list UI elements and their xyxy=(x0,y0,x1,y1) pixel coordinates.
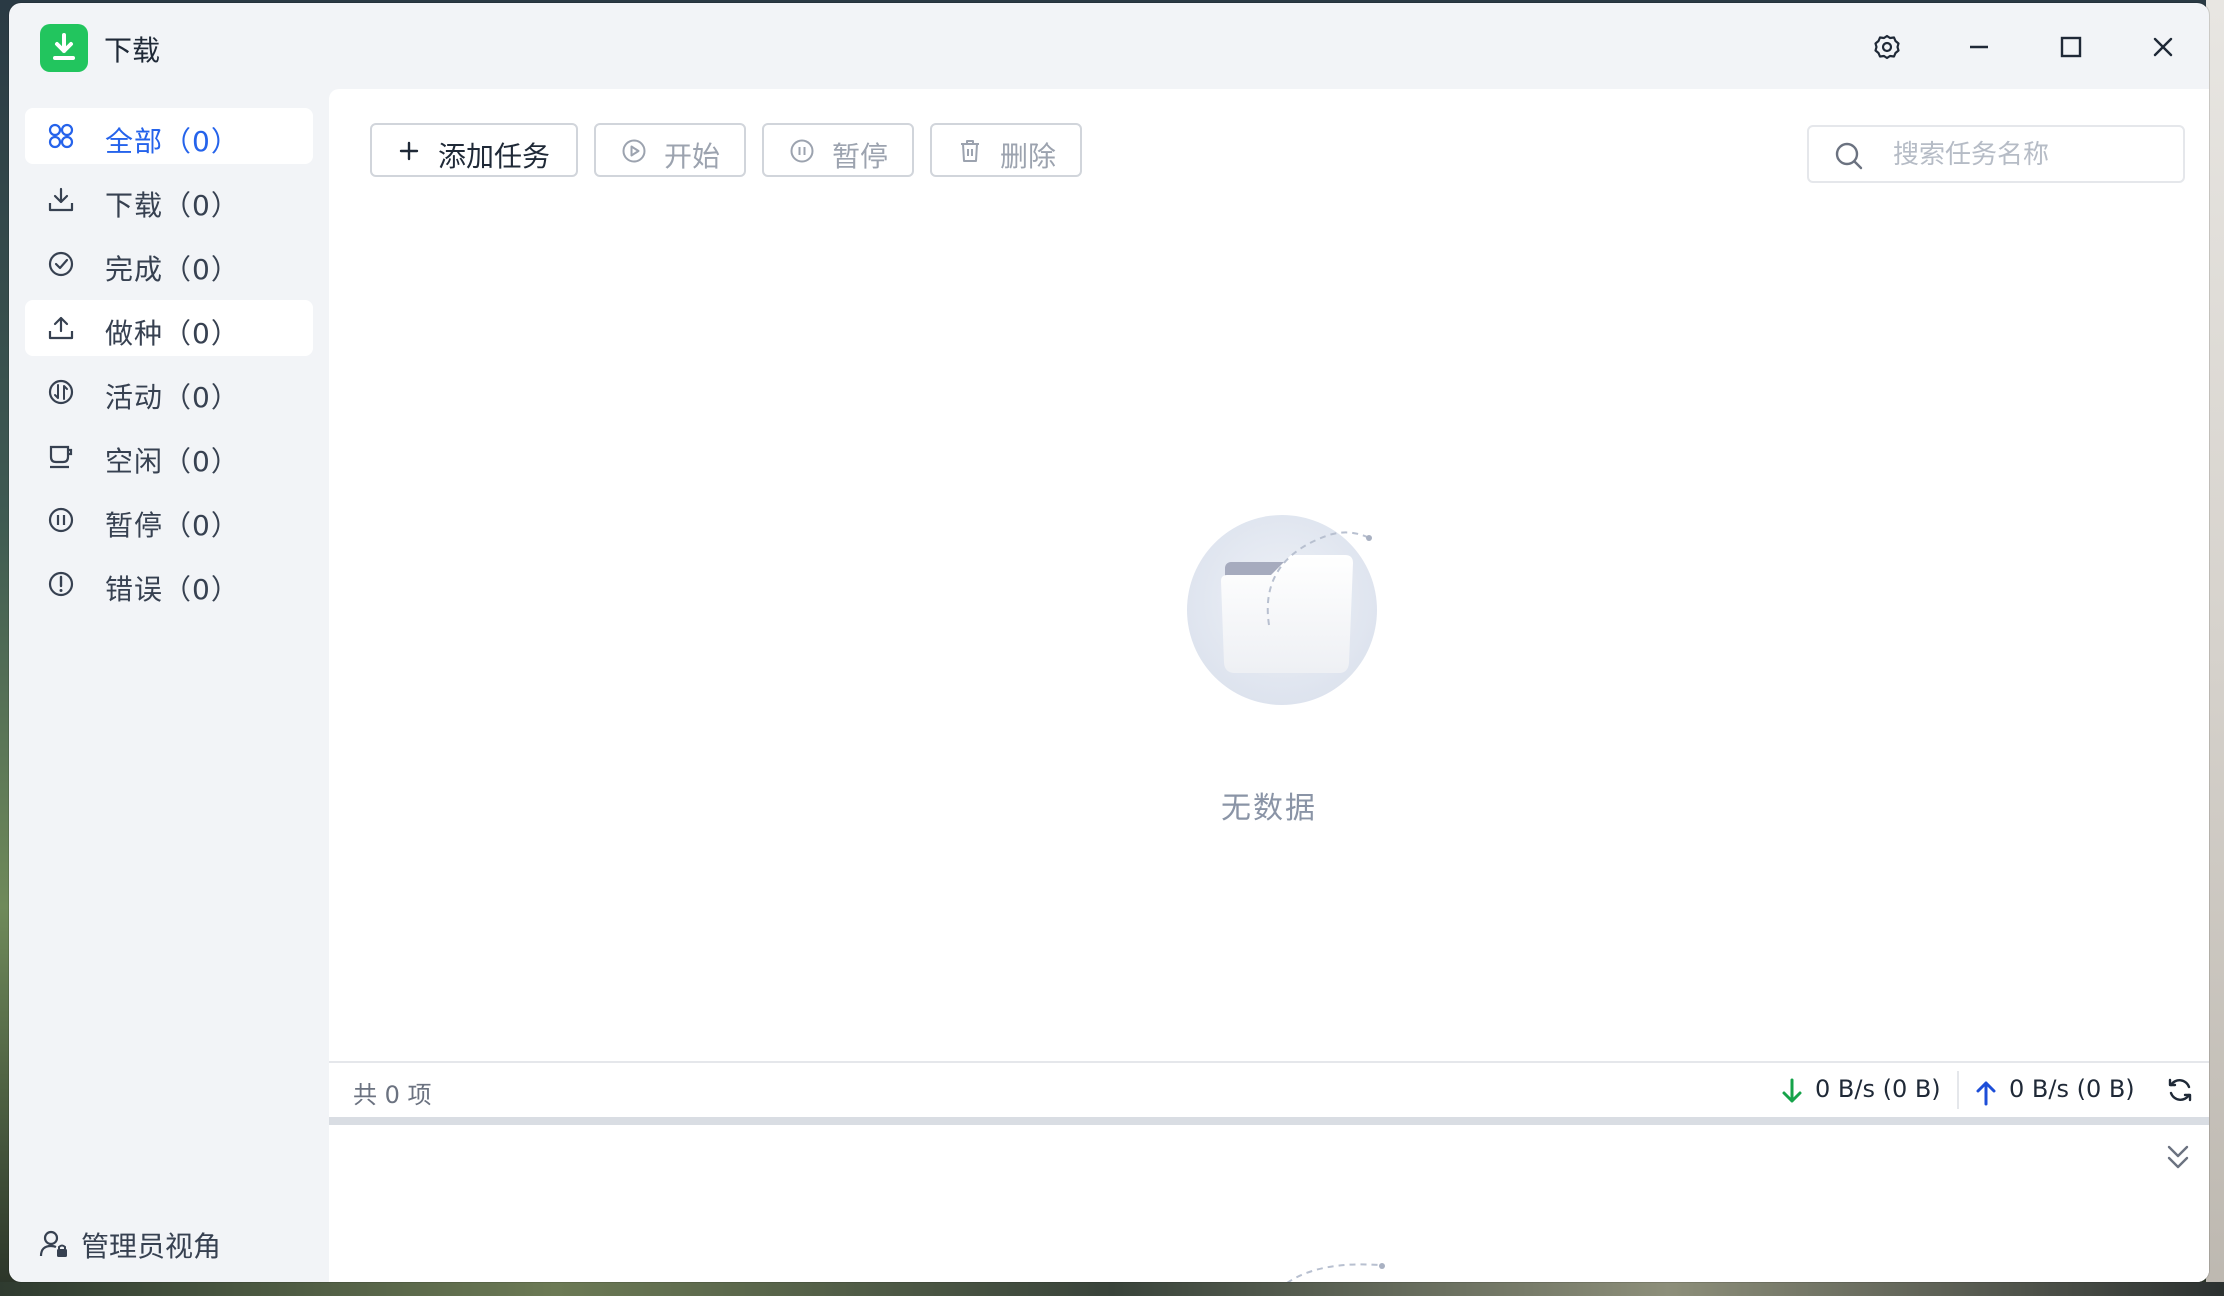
search-box xyxy=(1807,125,2185,183)
sidebar-item-label: 下载（0） xyxy=(105,189,240,222)
delete-button[interactable]: 删除 xyxy=(930,123,1082,177)
arrow-down-icon xyxy=(1782,1078,1802,1103)
empty-state-text: 无数据 xyxy=(1221,791,1317,826)
sidebar-item-label: 做种（0） xyxy=(105,317,240,350)
desktop-background-bottom xyxy=(0,1282,2224,1296)
sidebar-item-label: 完成（0） xyxy=(105,253,240,286)
status-divider xyxy=(1957,1071,1959,1109)
sidebar-item-label: 错误（0） xyxy=(105,573,240,606)
search-icon xyxy=(1835,142,1863,170)
download-app-icon xyxy=(40,24,88,72)
sidebar-item-label: 暂停（0） xyxy=(105,509,240,542)
admin-view-label: 管理员视角 xyxy=(81,1230,222,1263)
empty-illustration-fragment xyxy=(1286,1263,1385,1282)
detail-pane xyxy=(329,1125,2209,1282)
error-circle-icon xyxy=(48,571,74,597)
main-panel: 添加任务 开始 暂停 删除 搜索任务名称 无数据 共 0 项 0 B/s (0 … xyxy=(329,89,2209,1282)
pause-button[interactable]: 暂停 xyxy=(762,123,914,177)
cup-icon xyxy=(49,445,73,469)
close-button[interactable] xyxy=(2143,27,2183,67)
window-title: 下载 xyxy=(104,34,161,67)
panel-splitter[interactable] xyxy=(329,1117,2209,1125)
close-icon xyxy=(2153,37,2173,57)
add-task-label: 添加任务 xyxy=(438,140,551,173)
pause-circle-icon xyxy=(790,139,814,163)
settings-button[interactable] xyxy=(1867,27,1907,67)
upload-icon xyxy=(48,316,74,340)
sidebar-item-all[interactable]: 全部（0） xyxy=(25,108,313,164)
download-icon xyxy=(48,187,74,212)
task-count: 共 0 项 xyxy=(353,1081,432,1109)
start-button[interactable]: 开始 xyxy=(594,123,746,177)
upload-speed-value: 0 B/s (0 B) xyxy=(2009,1075,2135,1103)
double-chevron-down-icon[interactable] xyxy=(2163,1141,2193,1175)
minimize-icon xyxy=(1970,45,1988,49)
sidebar-item-idle[interactable]: 空闲（0） xyxy=(25,428,313,484)
refresh-icon[interactable] xyxy=(2165,1075,2195,1105)
gear-icon xyxy=(1874,34,1900,60)
sidebar-item-active[interactable]: 活动（0） xyxy=(25,364,313,420)
check-circle-icon xyxy=(48,251,74,277)
maximize-icon xyxy=(2060,36,2082,58)
download-window: 下载 全部（0） 下载（0） 完成（0） 做种（0） 活动（0） 空闲（0） 暂… xyxy=(9,3,2209,1282)
download-speed-value: 0 B/s (0 B) xyxy=(1815,1075,1941,1103)
add-task-button[interactable]: 添加任务 xyxy=(370,123,578,177)
admin-user-icon xyxy=(39,1230,67,1257)
sidebar-item-paused[interactable]: 暂停（0） xyxy=(25,492,313,548)
sidebar: 全部（0） 下载（0） 完成（0） 做种（0） 活动（0） 空闲（0） 暂停（0… xyxy=(9,89,327,1282)
pause-label: 暂停 xyxy=(832,140,889,173)
grid-icon xyxy=(48,123,74,149)
sidebar-item-download[interactable]: 下载（0） xyxy=(25,172,313,228)
sidebar-item-label: 空闲（0） xyxy=(105,445,240,478)
pause-circle-icon xyxy=(48,507,74,533)
sidebar-item-label: 活动（0） xyxy=(105,381,240,414)
sidebar-item-seeding[interactable]: 做种（0） xyxy=(25,300,313,356)
activity-icon xyxy=(48,379,74,405)
sidebar-item-completed[interactable]: 完成（0） xyxy=(25,236,313,292)
start-label: 开始 xyxy=(664,140,721,173)
trash-icon xyxy=(961,140,979,162)
sidebar-item-error[interactable]: 错误（0） xyxy=(25,556,313,612)
empty-folder-illustration xyxy=(1187,515,1377,705)
search-input[interactable] xyxy=(1891,135,2175,175)
sidebar-item-label: 全部（0） xyxy=(105,125,240,158)
plus-icon xyxy=(399,141,419,161)
minimize-button[interactable] xyxy=(1959,27,1999,67)
delete-label: 删除 xyxy=(1000,140,1057,173)
arrow-up-icon xyxy=(1976,1081,1996,1106)
status-bar: 共 0 项 0 B/s (0 B) 0 B/s (0 B) xyxy=(329,1061,2209,1117)
title-bar: 下载 xyxy=(9,3,2209,89)
maximize-button[interactable] xyxy=(2051,27,2091,67)
play-circle-icon xyxy=(622,139,646,163)
